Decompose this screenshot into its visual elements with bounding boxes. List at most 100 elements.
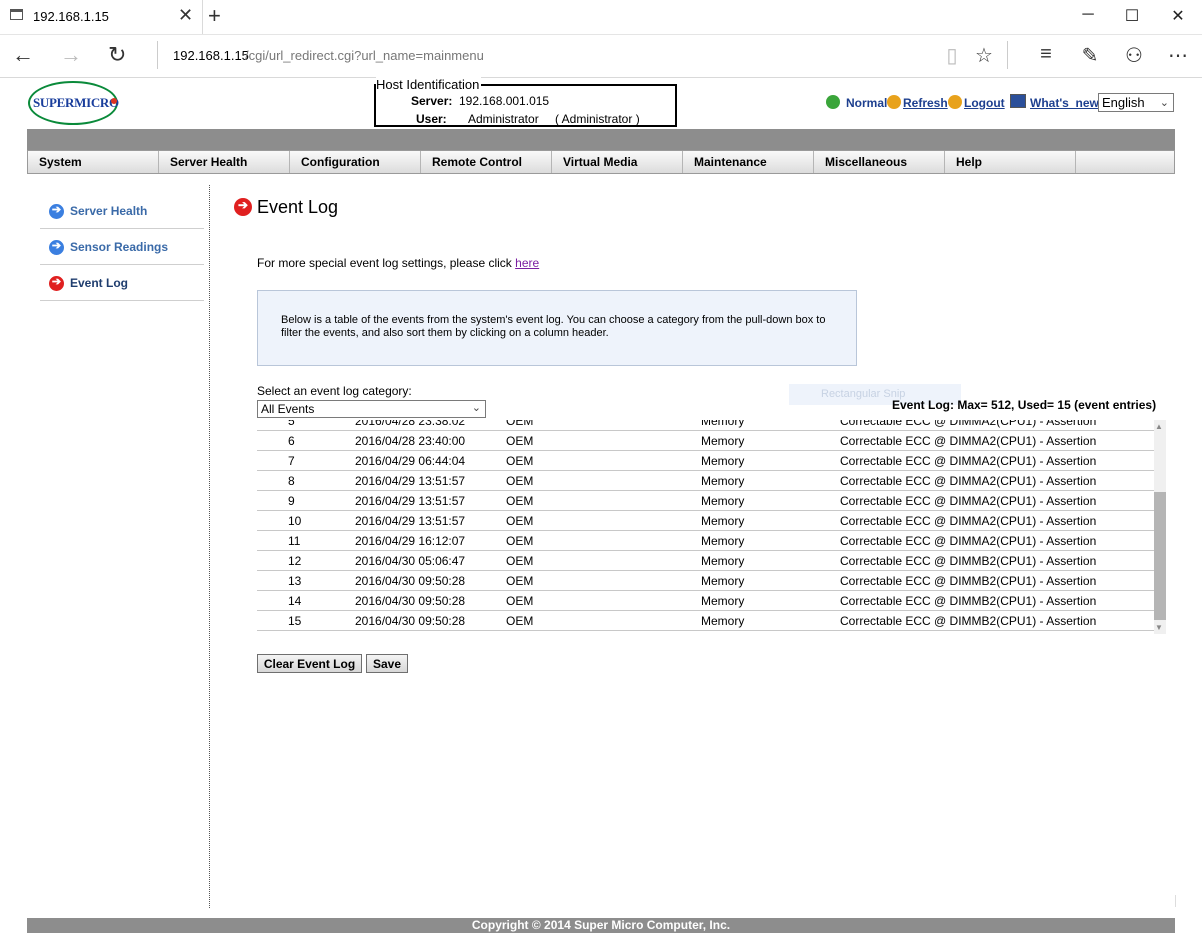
scroll-thumb[interactable] — [1154, 492, 1166, 620]
menu-server-health[interactable]: Server Health — [159, 151, 290, 173]
event-description-cell: Correctable ECC @ DIMMA2(CPU1) - Asserti… — [840, 510, 1154, 531]
browser-tab-bar: 192.168.1.15 ✕ + ─ ☐ ✕ — [0, 0, 1202, 35]
web-note-icon[interactable]: ✎ — [1078, 43, 1102, 68]
event-time-cell: 2016/04/29 16:12:07 — [355, 530, 506, 551]
reading-view-icon[interactable]: ▯ — [940, 43, 964, 68]
language-select[interactable]: English ⌄ — [1098, 93, 1174, 112]
event-log-table: 5 2016/04/28 23:38:02 OEM Memory Correctable… — [257, 420, 1154, 631]
sidebar-item-event-log[interactable]: ➔ Event Log — [40, 265, 204, 301]
user-label: User: — [416, 112, 447, 126]
arrow-right-circle-red-icon: ➔ — [234, 198, 252, 216]
table-scrollbar[interactable]: ▲ ▼ — [1154, 420, 1166, 634]
event-id-cell: 10 — [257, 510, 355, 531]
refresh-icon[interactable] — [887, 95, 901, 109]
info-text: Below is a table of the events from the … — [281, 314, 826, 339]
menu-virtual-media[interactable]: Virtual Media — [552, 151, 683, 173]
tab-title: 192.168.1.15 — [33, 9, 109, 24]
info-box: Below is a table of the events from the … — [257, 290, 857, 366]
new-tab-icon[interactable]: + — [208, 3, 221, 29]
event-type-cell: OEM — [506, 610, 701, 631]
sidebar-item-sensor-readings[interactable]: ➔ Sensor Readings — [40, 229, 204, 265]
server-label: Server: — [411, 94, 453, 108]
sidebar-item-label: Server Health — [70, 204, 148, 218]
clear-event-log-button[interactable]: Clear Event Log — [257, 654, 362, 673]
logout-icon[interactable] — [948, 95, 962, 109]
event-type-cell: OEM — [506, 550, 701, 571]
event-type-cell: OEM — [506, 570, 701, 591]
event-time-cell: 2016/04/30 05:06:47 — [355, 550, 506, 571]
server-value: 192.168.001.015 — [459, 94, 550, 108]
browser-tab[interactable]: 192.168.1.15 ✕ — [0, 0, 203, 34]
event-id-cell: 9 — [257, 490, 355, 511]
event-description-cell: Correctable ECC @ DIMMA2(CPU1) - Asserti… — [840, 450, 1154, 471]
scroll-up-icon[interactable]: ▲ — [1155, 422, 1163, 431]
window-close-icon[interactable]: ✕ — [1168, 6, 1188, 26]
event-type-cell: OEM — [506, 490, 701, 511]
minimize-icon[interactable]: ─ — [1078, 6, 1098, 24]
event-log-usage: Event Log: Max= 512, Used= 15 (event ent… — [892, 398, 1157, 412]
chevron-down-icon: ⌄ — [1159, 97, 1169, 109]
logo-dot — [111, 98, 117, 104]
footer-bar: Copyright © 2014 Super Micro Computer, I… — [27, 918, 1175, 933]
event-description-cell: Correctable ECC @ DIMMA2(CPU1) - Asserti… — [840, 430, 1154, 451]
event-time-cell: 2016/04/29 06:44:04 — [355, 450, 506, 471]
table-row: 7 2016/04/29 06:44:04 OEM Memory Correctable… — [257, 450, 1154, 471]
event-id-cell: 13 — [257, 570, 355, 591]
event-id-cell: 11 — [257, 530, 355, 551]
event-log-table-viewport[interactable]: 5 2016/04/28 23:38:02 OEM Memory Correctable… — [257, 420, 1166, 634]
favorite-star-icon[interactable]: ☆ — [972, 43, 996, 68]
menu-system[interactable]: System — [28, 151, 159, 173]
event-sensor-cell: Memory — [701, 510, 840, 531]
maximize-icon[interactable]: ☐ — [1122, 6, 1142, 26]
event-description-cell: Correctable ECC @ DIMMA2(CPU1) - Asserti… — [840, 420, 1154, 431]
logout-link[interactable]: Logout — [964, 96, 1005, 110]
event-sensor-cell: Memory — [701, 490, 840, 511]
event-sensor-cell: Memory — [701, 470, 840, 491]
monitor-icon[interactable] — [1010, 94, 1026, 108]
category-value: All Events — [261, 402, 315, 416]
whats-new-link[interactable]: What's_new — [1030, 96, 1099, 110]
event-id-cell: 6 — [257, 430, 355, 451]
user-role: ( Administrator ) — [555, 112, 640, 126]
back-icon[interactable]: ← — [12, 42, 34, 68]
sidebar-item-label: Event Log — [70, 276, 129, 290]
event-sensor-cell: Memory — [701, 430, 840, 451]
scroll-down-icon[interactable]: ▼ — [1155, 623, 1163, 632]
hub-icon[interactable]: ≡ — [1034, 43, 1058, 66]
event-description-cell: Correctable ECC @ DIMMB2(CPU1) - Asserti… — [840, 570, 1154, 591]
menu-miscellaneous[interactable]: Miscellaneous — [814, 151, 945, 173]
toolbar-divider — [1007, 41, 1008, 69]
refresh-link[interactable]: Refresh — [903, 96, 948, 110]
reload-icon[interactable]: ↻ — [108, 42, 126, 68]
forward-icon[interactable]: → — [60, 42, 82, 68]
page-title: Event Log — [257, 197, 339, 217]
page-scroll-edge — [1175, 895, 1176, 907]
url-host[interactable]: 192.168.1.15 — [173, 48, 249, 63]
save-button[interactable]: Save — [366, 654, 408, 673]
event-id-cell: 15 — [257, 610, 355, 631]
event-type-cell: OEM — [506, 420, 701, 431]
status-text: Normal — [846, 96, 888, 110]
event-sensor-cell: Memory — [701, 550, 840, 571]
menu-configuration[interactable]: Configuration — [290, 151, 421, 173]
event-time-cell: 2016/04/28 23:38:02 — [355, 420, 506, 431]
settings-here-link[interactable]: here — [515, 256, 539, 270]
share-icon[interactable]: ⚇ — [1122, 43, 1146, 68]
sidebar-item-server-health[interactable]: ➔ Server Health — [40, 193, 204, 229]
event-type-cell: OEM — [506, 510, 701, 531]
event-category-select[interactable]: All Events ⌄ — [257, 400, 486, 418]
menu-help[interactable]: Help — [945, 151, 1076, 173]
more-icon[interactable]: ⋯ — [1166, 43, 1190, 68]
menu-maintenance[interactable]: Maintenance — [683, 151, 814, 173]
menu-remote-control[interactable]: Remote Control — [421, 151, 552, 173]
table-row: 13 2016/04/30 09:50:28 OEM Memory Correctabl… — [257, 570, 1154, 591]
event-sensor-cell: Memory — [701, 590, 840, 611]
tab-close-icon[interactable]: ✕ — [178, 5, 193, 26]
table-row: 12 2016/04/30 05:06:47 OEM Memory Correctabl… — [257, 550, 1154, 571]
table-row: 8 2016/04/29 13:51:57 OEM Memory Correctable… — [257, 470, 1154, 491]
event-type-cell: OEM — [506, 430, 701, 451]
url-path[interactable]: /cgi/url_redirect.cgi?url_name=mainmenu — [245, 48, 484, 63]
event-id-cell: 14 — [257, 590, 355, 611]
category-label: Select an event log category: — [257, 384, 412, 398]
event-type-cell: OEM — [506, 530, 701, 551]
